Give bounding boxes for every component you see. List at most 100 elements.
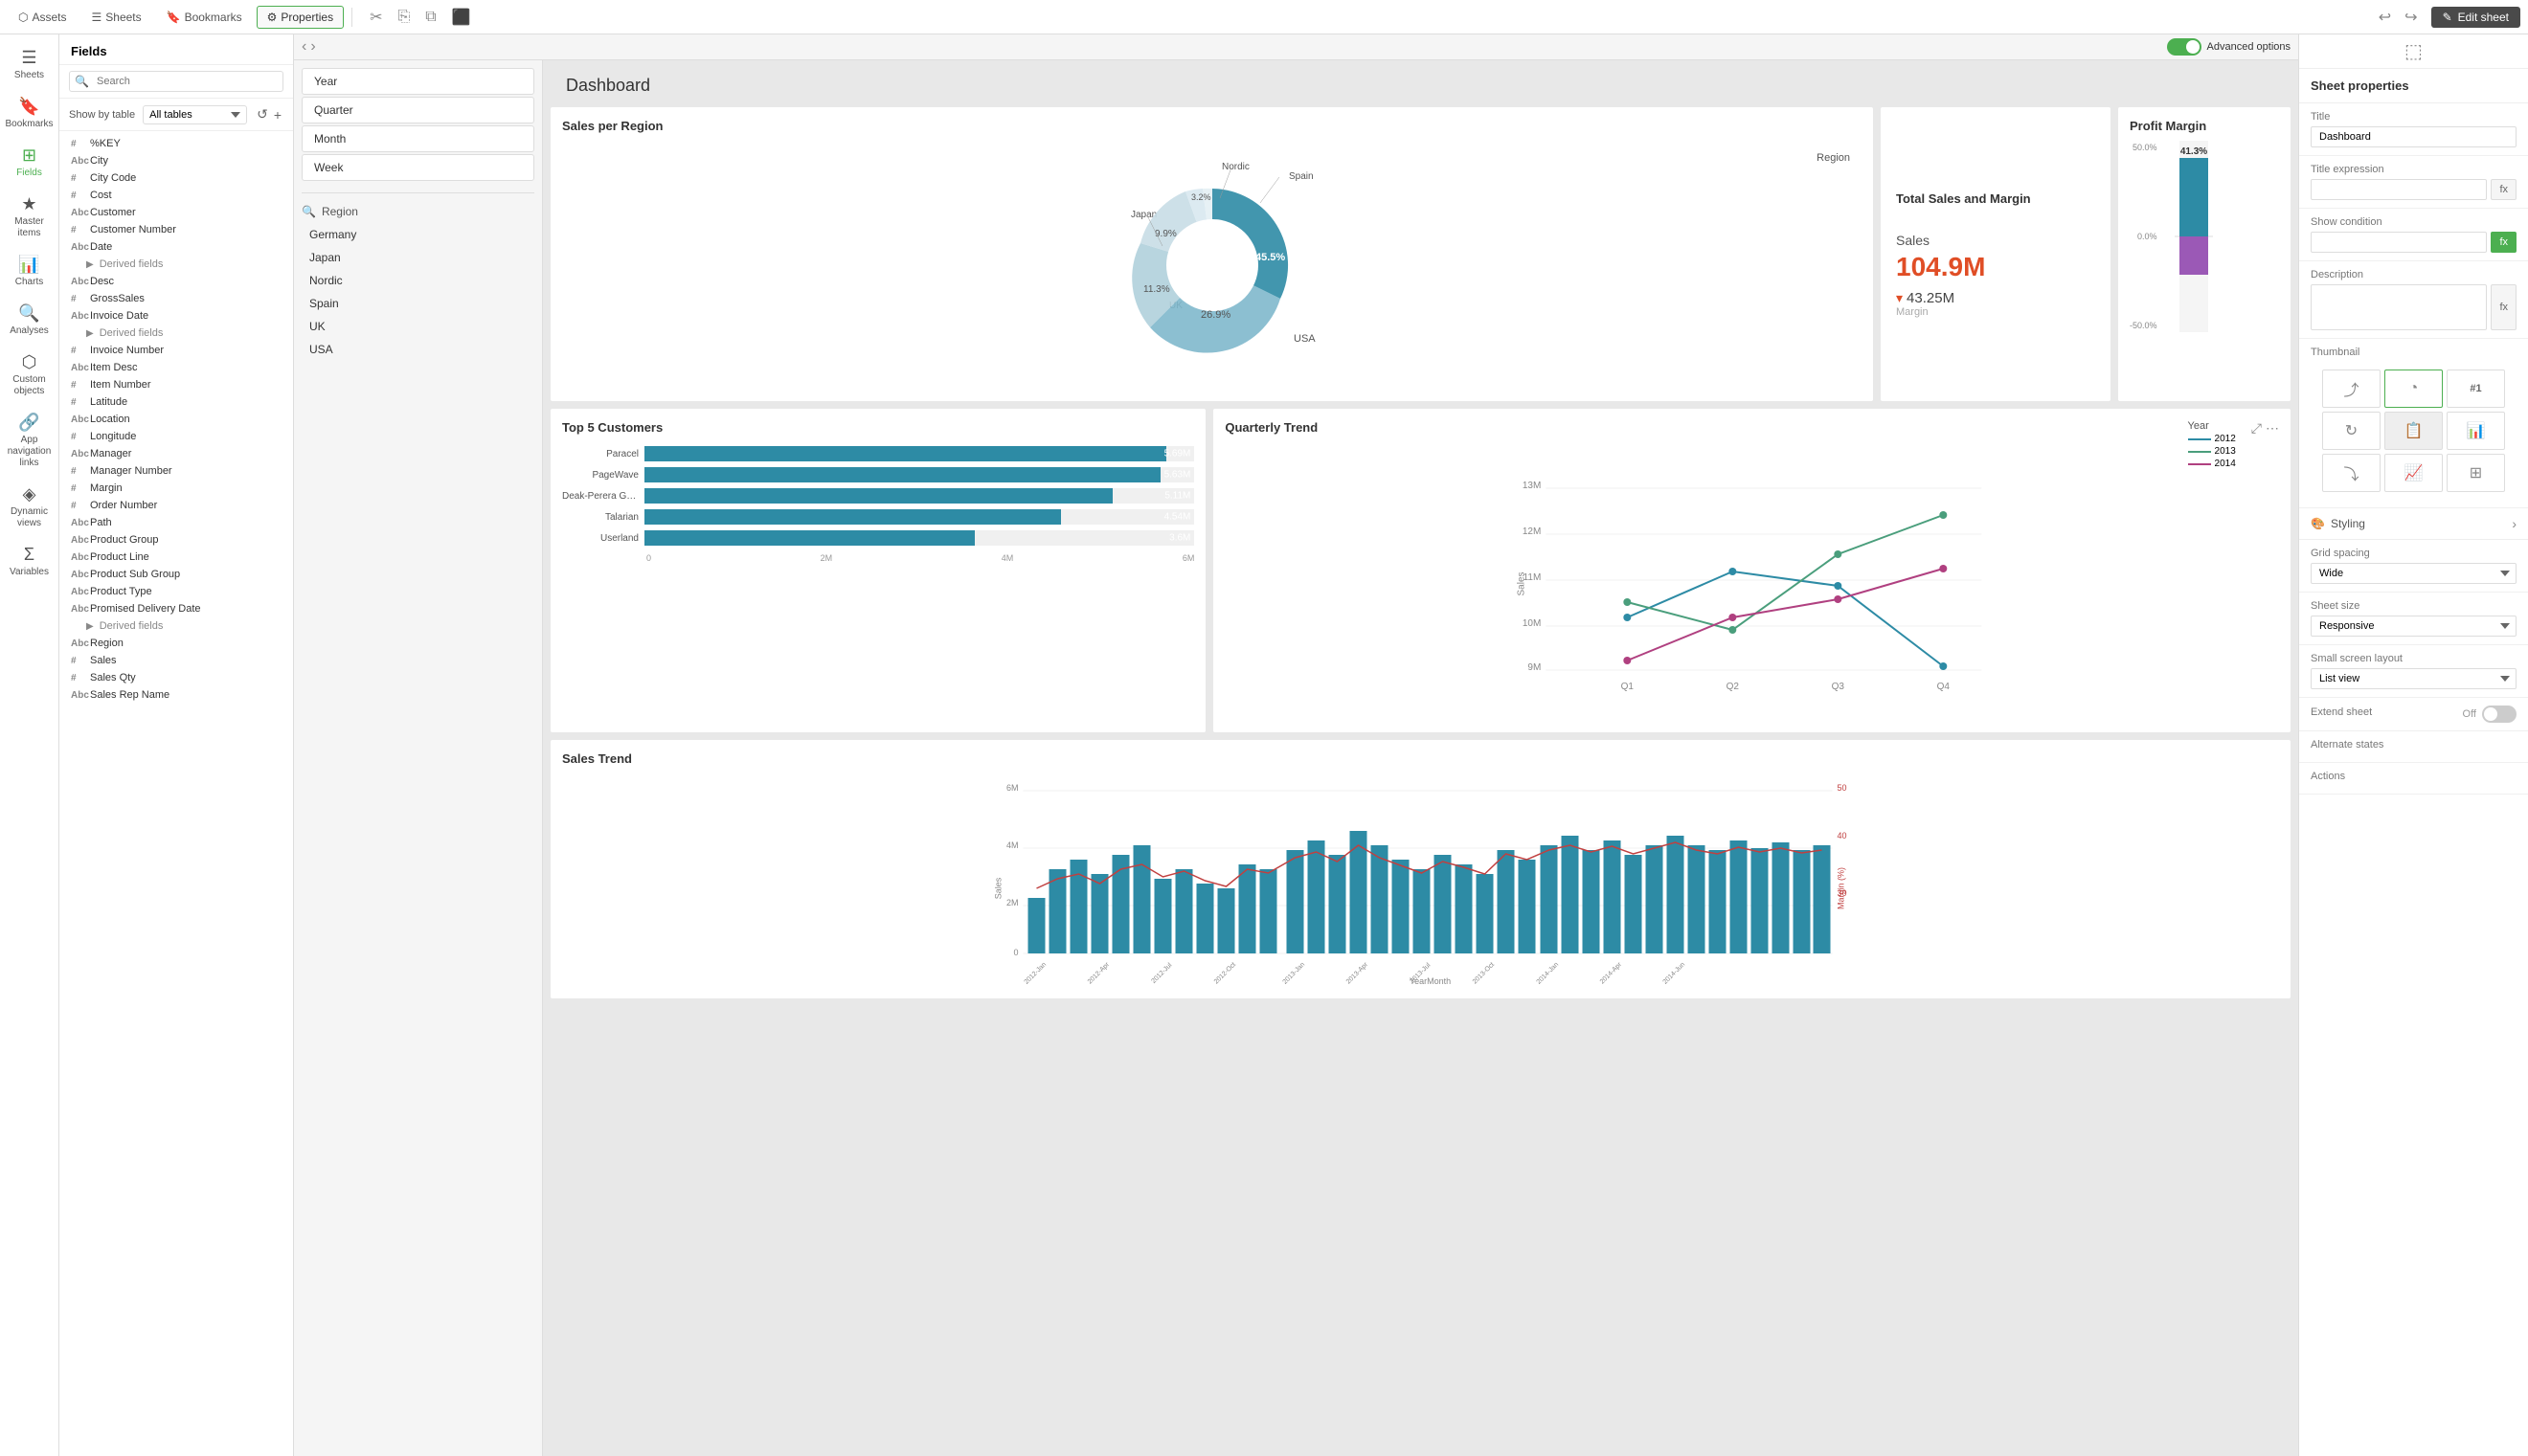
undo-button[interactable]: ↩ xyxy=(2373,6,2397,29)
grid-spacing-select[interactable]: Wide xyxy=(2311,563,2517,584)
list-item[interactable]: AbcDesc xyxy=(59,273,293,290)
nav-prev-button[interactable]: ‹ xyxy=(302,38,306,56)
sheet-size-select[interactable]: Responsive xyxy=(2311,616,2517,637)
region-usa[interactable]: USA xyxy=(302,339,534,360)
extend-sheet-toggle[interactable] xyxy=(2482,706,2517,723)
sidebar-item-charts[interactable]: 📊 Charts xyxy=(3,249,56,294)
svg-text:Q3: Q3 xyxy=(1832,682,1845,692)
sidebar-item-fields[interactable]: ⊞ Fields xyxy=(3,140,56,185)
delete-button[interactable]: ⬛ xyxy=(446,6,477,29)
title-expr-input[interactable] xyxy=(2311,179,2487,200)
list-item[interactable]: #Customer Number xyxy=(59,221,293,238)
region-nordic[interactable]: Nordic xyxy=(302,270,534,291)
small-screen-select[interactable]: List view xyxy=(2311,668,2517,689)
region-spain[interactable]: Spain xyxy=(302,293,534,314)
bar-value: 5.11M xyxy=(1164,491,1190,502)
undo-redo: ↩ ↪ xyxy=(2373,6,2424,29)
list-item[interactable]: #Longitude xyxy=(59,428,293,445)
list-item[interactable]: AbcCustomer xyxy=(59,204,293,221)
show-cond-input[interactable] xyxy=(2311,232,2487,253)
list-item[interactable]: #GrossSales xyxy=(59,290,293,307)
nav-next-button[interactable]: › xyxy=(310,38,315,56)
thumb-number[interactable]: #1 xyxy=(2447,370,2505,408)
list-item[interactable]: #%KEY xyxy=(59,135,293,152)
styling-header[interactable]: 🎨 Styling › xyxy=(2299,508,2528,539)
thumb-bar[interactable]: 📊 xyxy=(2447,412,2505,450)
filter-month[interactable]: Month xyxy=(302,125,534,152)
list-item[interactable]: AbcProduct Sub Group xyxy=(59,566,293,583)
list-item[interactable]: AbcRegion xyxy=(59,635,293,652)
list-item[interactable]: #Margin xyxy=(59,480,293,497)
description-fx-button[interactable]: fx xyxy=(2491,284,2517,330)
list-item[interactable]: #Item Number xyxy=(59,376,293,393)
sales-trend-title: Sales Trend xyxy=(562,751,2279,766)
list-item[interactable]: AbcItem Desc xyxy=(59,359,293,376)
tab-sheets[interactable]: ☰ Sheets xyxy=(81,6,152,29)
list-item[interactable]: #City Code xyxy=(59,169,293,187)
list-item[interactable]: AbcDate xyxy=(59,238,293,256)
thumb-line[interactable]: 📈 xyxy=(2384,454,2443,492)
list-item[interactable]: AbcPromised Delivery Date xyxy=(59,600,293,617)
fields-search-area: 🔍 xyxy=(59,65,293,99)
filter-week[interactable]: Week xyxy=(302,154,534,181)
sidebar-item-sheets[interactable]: ☰ Sheets xyxy=(3,42,56,87)
sidebar-item-analyses[interactable]: 🔍 Analyses xyxy=(3,298,56,343)
list-item[interactable]: AbcProduct Line xyxy=(59,549,293,566)
filter-quarter[interactable]: Quarter xyxy=(302,97,534,123)
analyses-sidebar-icon: 🔍 xyxy=(18,303,39,324)
list-item[interactable]: AbcProduct Type xyxy=(59,583,293,600)
show-cond-fx-button[interactable]: fx xyxy=(2491,232,2517,253)
title-input[interactable] xyxy=(2311,126,2517,147)
title-expr-fx-button[interactable]: fx xyxy=(2491,179,2517,200)
sidebar-item-app-nav[interactable]: 🔗 App navigation links xyxy=(3,407,56,475)
cut-button[interactable]: ✂ xyxy=(364,6,388,29)
thumb-refresh[interactable]: ↻ xyxy=(2322,412,2381,450)
list-item[interactable]: #Order Number xyxy=(59,497,293,514)
bar-track: 5.11M xyxy=(644,488,1194,504)
list-item[interactable]: AbcSales Rep Name xyxy=(59,686,293,704)
list-item[interactable]: AbcPath xyxy=(59,514,293,531)
refresh-button[interactable]: ↺ xyxy=(255,104,270,124)
list-item[interactable]: #Cost xyxy=(59,187,293,204)
region-uk[interactable]: UK xyxy=(302,316,534,337)
list-item[interactable]: AbcInvoice Date xyxy=(59,307,293,325)
list-item[interactable]: #Sales Qty xyxy=(59,669,293,686)
search-input[interactable] xyxy=(69,71,283,92)
thumb-upload[interactable]: ⤴ xyxy=(2322,370,2381,408)
description-input[interactable] xyxy=(2311,284,2487,330)
tab-properties[interactable]: ⚙ Properties xyxy=(257,6,344,29)
tab-assets[interactable]: ⬡ Assets xyxy=(8,6,78,29)
main-layout: ☰ Sheets 🔖 Bookmarks ⊞ Fields ★ Master i… xyxy=(0,34,2528,1456)
list-item[interactable]: AbcLocation xyxy=(59,411,293,428)
thumb-chart[interactable]: ◔ xyxy=(2384,370,2443,408)
list-item[interactable]: #Sales xyxy=(59,652,293,669)
thumb-download[interactable]: ⤵ xyxy=(2322,454,2381,492)
region-japan[interactable]: Japan xyxy=(302,247,534,268)
sidebar-item-bookmarks[interactable]: 🔖 Bookmarks xyxy=(3,91,56,136)
redo-button[interactable]: ↪ xyxy=(2399,6,2423,29)
tab-bookmarks[interactable]: 🔖 Bookmarks xyxy=(156,6,253,29)
show-by-select[interactable]: All tables xyxy=(143,105,247,124)
sidebar-item-variables[interactable]: Σ Variables xyxy=(3,539,56,584)
list-item[interactable]: #Latitude xyxy=(59,393,293,411)
list-item[interactable]: #Manager Number xyxy=(59,462,293,480)
region-germany[interactable]: Germany xyxy=(302,224,534,245)
add-button[interactable]: + xyxy=(272,104,283,124)
sidebar-item-dynamic-views[interactable]: ◈ Dynamic views xyxy=(3,479,56,535)
sidebar-item-custom-objects[interactable]: ⬡ Custom objects xyxy=(3,347,56,403)
list-item[interactable]: #Invoice Number xyxy=(59,342,293,359)
more-button[interactable]: ⋯ xyxy=(2266,420,2279,437)
sidebar-item-master-items[interactable]: ★ Master items xyxy=(3,189,56,245)
list-item[interactable]: AbcCity xyxy=(59,152,293,169)
list-item[interactable]: AbcManager xyxy=(59,445,293,462)
thumb-dashboard[interactable]: ⊞ xyxy=(2447,454,2505,492)
expand-button[interactable]: ⤢ xyxy=(2251,420,2262,437)
paste-button[interactable]: ⧉ xyxy=(419,6,441,29)
thumb-selected[interactable]: 📋 xyxy=(2384,412,2443,450)
copy-button[interactable]: ⎘ xyxy=(392,6,416,29)
svg-text:10M: 10M xyxy=(1523,618,1541,629)
filter-year[interactable]: Year xyxy=(302,68,534,95)
list-item[interactable]: AbcProduct Group xyxy=(59,531,293,549)
edit-sheet-button[interactable]: ✎ Edit sheet xyxy=(2431,7,2520,28)
advanced-options-toggle[interactable] xyxy=(2167,38,2201,56)
